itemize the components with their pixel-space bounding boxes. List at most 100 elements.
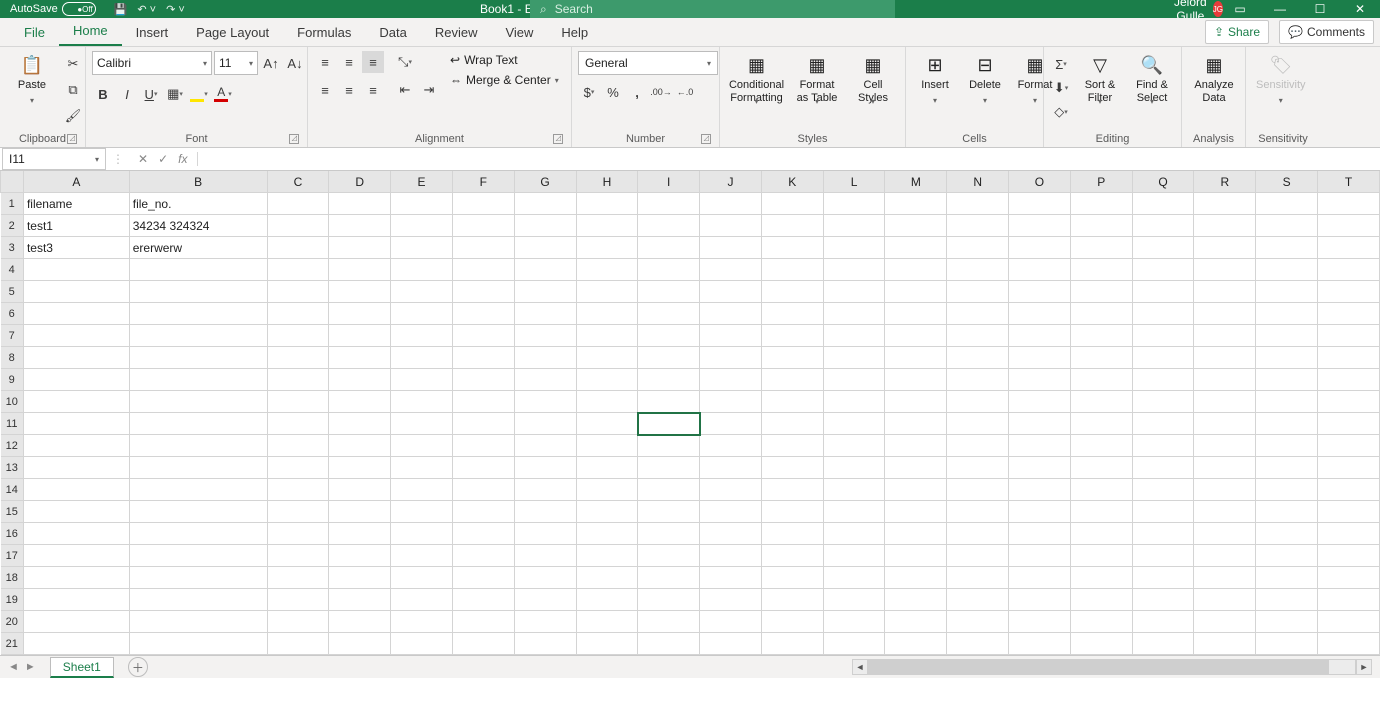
cell[interactable] xyxy=(1256,567,1318,589)
cell[interactable] xyxy=(576,611,638,633)
cell[interactable] xyxy=(329,215,391,237)
autosum-icon[interactable]: Σ▾ xyxy=(1050,53,1072,75)
cell[interactable] xyxy=(1070,413,1132,435)
cell[interactable] xyxy=(1194,237,1256,259)
cell[interactable] xyxy=(452,633,514,655)
column-header[interactable]: O xyxy=(1009,171,1071,193)
cell[interactable] xyxy=(1070,215,1132,237)
cell[interactable] xyxy=(700,325,762,347)
cell[interactable] xyxy=(823,611,885,633)
cell[interactable] xyxy=(1256,589,1318,611)
cell[interactable] xyxy=(391,193,453,215)
cell[interactable] xyxy=(267,501,329,523)
cell[interactable]: ererwerw xyxy=(129,237,267,259)
cell[interactable] xyxy=(452,215,514,237)
cell[interactable] xyxy=(514,237,576,259)
row-header[interactable]: 10 xyxy=(1,391,24,413)
cell[interactable] xyxy=(267,259,329,281)
tab-formulas[interactable]: Formulas xyxy=(283,19,365,46)
cell[interactable] xyxy=(638,369,700,391)
cell[interactable] xyxy=(885,479,947,501)
cell[interactable] xyxy=(129,501,267,523)
cell[interactable] xyxy=(1256,237,1318,259)
decrease-font-icon[interactable]: A↓ xyxy=(284,52,306,74)
cell[interactable] xyxy=(1009,567,1071,589)
cell[interactable] xyxy=(576,369,638,391)
cell[interactable] xyxy=(329,303,391,325)
cell[interactable] xyxy=(329,523,391,545)
cell[interactable] xyxy=(391,633,453,655)
sheet-tab[interactable]: Sheet1 xyxy=(50,657,114,678)
cell[interactable] xyxy=(638,523,700,545)
cell[interactable] xyxy=(1256,523,1318,545)
cell[interactable] xyxy=(823,237,885,259)
cell[interactable] xyxy=(823,479,885,501)
row-header[interactable]: 9 xyxy=(1,369,24,391)
cell[interactable] xyxy=(1194,325,1256,347)
cell[interactable] xyxy=(1132,193,1194,215)
cell[interactable] xyxy=(700,523,762,545)
tab-insert[interactable]: Insert xyxy=(122,19,183,46)
cell[interactable] xyxy=(1132,479,1194,501)
cell[interactable] xyxy=(514,501,576,523)
cell[interactable] xyxy=(700,259,762,281)
cell[interactable] xyxy=(1132,347,1194,369)
cell[interactable] xyxy=(391,215,453,237)
cell[interactable] xyxy=(638,391,700,413)
cell[interactable] xyxy=(452,369,514,391)
format-as-table-button[interactable]: ▦Format as Table▾ xyxy=(791,51,843,110)
cell[interactable] xyxy=(885,347,947,369)
cell[interactable] xyxy=(576,259,638,281)
cell[interactable] xyxy=(129,479,267,501)
cell[interactable] xyxy=(1256,369,1318,391)
cell[interactable] xyxy=(1256,545,1318,567)
cell[interactable] xyxy=(761,435,823,457)
fill-color-button[interactable]: ▾ xyxy=(188,83,210,105)
fill-icon[interactable]: ⬇▾ xyxy=(1050,77,1072,99)
cell[interactable] xyxy=(329,501,391,523)
cell[interactable] xyxy=(823,281,885,303)
cell[interactable] xyxy=(329,589,391,611)
cell[interactable] xyxy=(947,523,1009,545)
cell[interactable] xyxy=(823,193,885,215)
row-header[interactable]: 21 xyxy=(1,633,24,655)
cell[interactable] xyxy=(1194,589,1256,611)
cell[interactable] xyxy=(638,259,700,281)
horizontal-scrollbar[interactable]: ◄ ► xyxy=(852,660,1372,674)
cell[interactable] xyxy=(947,545,1009,567)
cell[interactable] xyxy=(391,281,453,303)
cell[interactable] xyxy=(947,325,1009,347)
cell[interactable] xyxy=(761,325,823,347)
cell[interactable] xyxy=(23,567,129,589)
cell[interactable] xyxy=(1194,369,1256,391)
cell[interactable]: 34234 324324 xyxy=(129,215,267,237)
cell[interactable] xyxy=(700,545,762,567)
analyze-data-button[interactable]: ▦Analyze Data xyxy=(1188,51,1240,107)
cell[interactable] xyxy=(1256,435,1318,457)
italic-button[interactable]: I xyxy=(116,83,138,105)
cell[interactable] xyxy=(1194,501,1256,523)
cell[interactable] xyxy=(267,215,329,237)
font-size-combo[interactable]: 11▾ xyxy=(214,51,258,75)
cell[interactable] xyxy=(885,193,947,215)
cell[interactable] xyxy=(947,457,1009,479)
cell[interactable] xyxy=(885,281,947,303)
cell[interactable] xyxy=(700,567,762,589)
cell[interactable] xyxy=(1194,457,1256,479)
row-header[interactable]: 19 xyxy=(1,589,24,611)
cell[interactable] xyxy=(514,281,576,303)
row-header[interactable]: 16 xyxy=(1,523,24,545)
cell[interactable] xyxy=(885,369,947,391)
cell[interactable] xyxy=(267,545,329,567)
insert-cells-button[interactable]: ⊞Insert▾ xyxy=(912,51,958,109)
cell[interactable] xyxy=(638,193,700,215)
cell[interactable] xyxy=(1194,479,1256,501)
cell[interactable] xyxy=(761,589,823,611)
column-header[interactable]: D xyxy=(329,171,391,193)
cell[interactable] xyxy=(1070,633,1132,655)
cell[interactable] xyxy=(1194,215,1256,237)
cell[interactable] xyxy=(1009,193,1071,215)
cell[interactable] xyxy=(1070,303,1132,325)
delete-cells-button[interactable]: ⊟Delete▾ xyxy=(962,51,1008,109)
cell[interactable] xyxy=(1256,479,1318,501)
